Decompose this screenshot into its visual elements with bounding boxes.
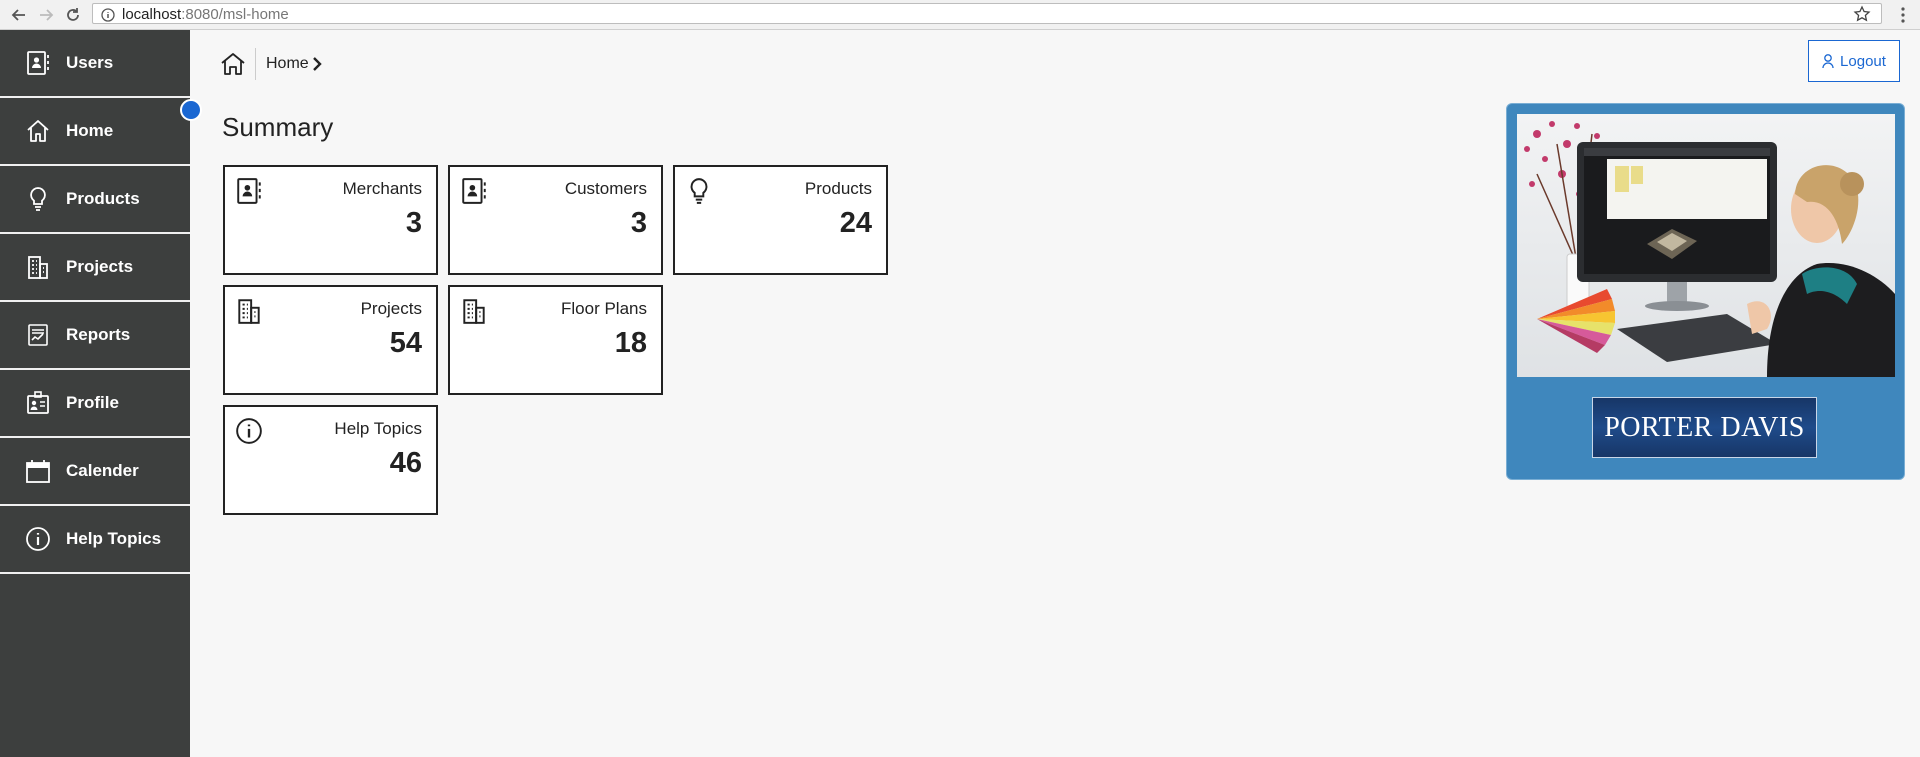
sidebar-item-profile[interactable]: Profile <box>0 370 190 438</box>
url-text: localhost:8080/msl-home <box>122 4 289 25</box>
browser-toolbar: localhost:8080/msl-home <box>0 0 1920 30</box>
tile-count: 46 <box>389 447 422 479</box>
id-card-icon <box>24 389 52 417</box>
back-arrow-icon[interactable] <box>8 4 30 26</box>
tile-label: Projects <box>360 299 422 318</box>
contact-book-icon <box>235 177 263 205</box>
breadcrumb-home-icon[interactable] <box>220 51 246 77</box>
bookmark-star-icon[interactable] <box>1853 5 1871 23</box>
contact-book-icon <box>24 49 52 77</box>
logout-button[interactable]: Logout <box>1808 40 1900 82</box>
summary-tile-products[interactable]: Products 24 <box>673 165 888 275</box>
building-icon <box>24 253 52 281</box>
tile-label: Customers <box>564 179 647 198</box>
summary-tile-projects[interactable]: Projects 54 <box>223 285 438 395</box>
active-indicator <box>180 99 202 121</box>
browser-menu-icon[interactable] <box>1896 5 1910 25</box>
tile-count: 3 <box>630 207 647 239</box>
sidebar-item-home[interactable]: Home <box>0 98 190 166</box>
sidebar-item-products[interactable]: Products <box>0 166 190 234</box>
brand-logo: PORTER DAVIS <box>1592 397 1817 458</box>
report-chart-icon <box>24 321 52 349</box>
address-bar[interactable]: localhost:8080/msl-home <box>92 3 1882 24</box>
sidebar-item-label: Profile <box>66 393 119 412</box>
tile-label: Help Topics <box>334 419 422 438</box>
tile-label: Merchants <box>342 179 422 198</box>
chevron-right-icon <box>312 57 322 71</box>
page-title: Summary <box>222 112 334 142</box>
site-info-icon[interactable] <box>101 7 115 22</box>
summary-tile-help-topics[interactable]: Help Topics 46 <box>223 405 438 515</box>
sidebar-item-label: Help Topics <box>66 529 162 548</box>
forward-arrow-icon[interactable] <box>35 4 57 26</box>
sidebar-item-label: Products <box>66 189 140 208</box>
home-icon <box>24 117 52 145</box>
reload-icon[interactable] <box>62 4 84 26</box>
tile-label: Products <box>804 179 872 198</box>
lightbulb-icon <box>685 177 713 205</box>
promo-photo <box>1517 114 1895 377</box>
sidebar-item-label: Users <box>66 53 114 72</box>
url-host: localhost <box>122 6 182 23</box>
sidebar-item-label: Home <box>66 121 114 140</box>
tile-count: 18 <box>614 327 647 359</box>
sidebar-item-users[interactable]: Users <box>0 30 190 98</box>
sidebar-item-calender[interactable]: Calender <box>0 438 190 506</box>
info-icon <box>24 525 52 553</box>
user-icon <box>1822 54 1834 69</box>
breadcrumb-divider <box>255 48 256 80</box>
tile-count: 24 <box>839 207 872 239</box>
sidebar-item-label: Projects <box>66 257 134 276</box>
sidebar-item-help-topics[interactable]: Help Topics <box>0 506 190 574</box>
sidebar-item-reports[interactable]: Reports <box>0 302 190 370</box>
sidebar-item-label: Reports <box>66 325 131 344</box>
url-path: :8080/msl-home <box>181 6 289 23</box>
lightbulb-icon <box>24 185 52 213</box>
sidebar-item-projects[interactable]: Projects <box>0 234 190 302</box>
sidebar-item-label: Calender <box>66 461 139 480</box>
calendar-icon <box>24 457 52 485</box>
contact-book-icon <box>460 177 488 205</box>
breadcrumb-current[interactable]: Home <box>266 55 309 73</box>
building-icon <box>460 297 488 325</box>
summary-tile-customers[interactable]: Customers 3 <box>448 165 663 275</box>
tile-label: Floor Plans <box>561 299 647 318</box>
building-icon <box>235 297 263 325</box>
sidebar: Users Home Products Projects Reports Pro… <box>0 30 190 757</box>
info-icon <box>235 417 263 445</box>
summary-tile-merchants[interactable]: Merchants 3 <box>223 165 438 275</box>
promo-panel: PORTER DAVIS <box>1506 103 1905 480</box>
tile-count: 54 <box>389 327 422 359</box>
logout-label: Logout <box>1840 52 1886 70</box>
summary-tile-floor-plans[interactable]: Floor Plans 18 <box>448 285 663 395</box>
tile-count: 3 <box>405 207 422 239</box>
